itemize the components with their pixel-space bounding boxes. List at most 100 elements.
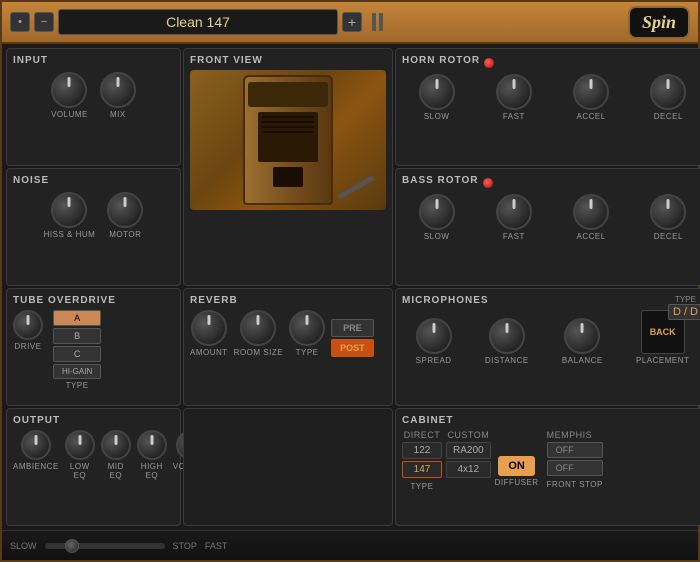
drive-label: DRIVE	[15, 342, 42, 351]
direct-val3[interactable]: 147	[402, 461, 442, 478]
cabinet-3d	[243, 75, 333, 205]
volume-knob[interactable]	[51, 72, 87, 108]
bass-decel-knob[interactable]	[650, 194, 686, 230]
horn-decel-label: DECEL	[654, 112, 683, 121]
top-bar-left: • − Clean 147 +	[10, 9, 389, 35]
low-eq-knob[interactable]	[65, 430, 95, 460]
grill-line-3	[262, 126, 314, 128]
cabinet-top	[248, 82, 328, 107]
memphis-off1-btn[interactable]: OFF	[547, 442, 603, 458]
main-container: • − Clean 147 + Spin INPUT VOLUME	[0, 0, 700, 562]
type-label: TYPE	[668, 295, 700, 304]
tube-title: TUBE OVERDRIVE	[13, 295, 174, 306]
ambience-knob-group: AMBIENCE	[13, 430, 59, 480]
spread-knob[interactable]	[416, 318, 452, 354]
horn-led	[484, 58, 494, 68]
bass-slow-knob-group: SLOW	[419, 194, 455, 241]
distance-knob[interactable]	[489, 318, 525, 354]
horn-accel-knob[interactable]	[573, 74, 609, 110]
hiss-knob-group: HISS & HUM	[44, 192, 96, 239]
bass-slow-knob[interactable]	[419, 194, 455, 230]
horn-accel-label: ACCEL	[577, 112, 606, 121]
cabinet-title: CABINET	[402, 415, 700, 426]
preset-name[interactable]: Clean 147	[58, 9, 338, 35]
room-size-label: ROOM SIZE	[234, 348, 283, 357]
bass-fast-knob[interactable]	[496, 194, 532, 230]
bass-rotor-panel: BASS ROTOR SLOW FAST ACCEL DEC	[395, 168, 700, 286]
tube-inner: DRIVE A B C HI-GAIN TYPE	[13, 310, 174, 390]
distance-knob-group: DISTANCE	[485, 318, 529, 365]
direct-val1[interactable]: 122	[402, 442, 442, 459]
cabinet-bottom-slot	[273, 167, 303, 187]
pre-button[interactable]: PRE	[331, 319, 374, 337]
horn-slow-knob[interactable]	[419, 74, 455, 110]
mid-eq-knob[interactable]	[101, 430, 131, 460]
room-size-knob[interactable]	[240, 310, 276, 346]
tube-btn-higain[interactable]: HI-GAIN	[53, 364, 101, 379]
on-button[interactable]: ON	[498, 456, 535, 476]
horn-slow-knob-group: SLOW	[419, 74, 455, 121]
speed-slider-track[interactable]	[45, 543, 165, 549]
output-title: OUTPUT	[13, 415, 174, 426]
horn-knobs: SLOW FAST ACCEL DECEL	[402, 74, 700, 121]
hiss-knob[interactable]	[51, 192, 87, 228]
horn-rotor-panel: HORN ROTOR SLOW FAST ACCEL DEC	[395, 48, 700, 166]
mix-knob[interactable]	[100, 72, 136, 108]
motor-knob-group: MOTOR	[107, 192, 143, 239]
horn-fast-label: FAST	[503, 112, 525, 121]
cabinet-grill	[258, 112, 318, 162]
mid-eq-knob-group: MID EQ	[101, 430, 131, 480]
microphones-panel: MICROPHONES TYPE D / D SPREAD DISTANCE B…	[395, 288, 700, 406]
pause-button[interactable]	[366, 13, 389, 31]
cabinet-inner: DIRECT 122 147 TYPE CUSTOM RA200 4x12 ON…	[402, 430, 700, 491]
amount-label: AMOUNT	[190, 348, 228, 357]
front-view-title: FRONT VIEW	[190, 55, 386, 66]
motor-knob[interactable]	[107, 192, 143, 228]
amount-knob[interactable]	[191, 310, 227, 346]
horn-fast-knob[interactable]	[496, 74, 532, 110]
speed-slider-thumb[interactable]	[65, 539, 79, 553]
drive-knob[interactable]	[13, 310, 43, 340]
noise-panel: NOISE HISS & HUM MOTOR	[6, 168, 181, 286]
high-eq-knob[interactable]	[137, 430, 167, 460]
custom-val4[interactable]: 4x12	[446, 461, 491, 478]
bass-accel-label: ACCEL	[577, 232, 606, 241]
front-view-panel: FRONT VIEW	[183, 48, 393, 286]
balance-knob[interactable]	[564, 318, 600, 354]
reverb-type-knob[interactable]	[289, 310, 325, 346]
low-eq-label: LOW EQ	[65, 462, 95, 480]
mix-knob-group: MIX	[100, 72, 136, 119]
bass-accel-knob[interactable]	[573, 194, 609, 230]
ambience-knob[interactable]	[21, 430, 51, 460]
low-eq-knob-group: LOW EQ	[65, 430, 95, 480]
bass-decel-knob-group: DECEL	[650, 194, 686, 241]
output-knobs: AMBIENCE LOW EQ MID EQ HIGH EQ VOLUME	[13, 430, 174, 480]
plus-button[interactable]: +	[342, 12, 362, 32]
type-footer-label: TYPE	[402, 482, 442, 491]
horn-decel-knob[interactable]	[650, 74, 686, 110]
ellipsis-button[interactable]: •	[10, 12, 30, 32]
custom-val2[interactable]: RA200	[446, 442, 491, 459]
balance-knob-group: BALANCE	[562, 318, 603, 365]
direct-header: DIRECT	[402, 430, 442, 440]
memphis-col: MEMPHIS OFF OFF FRONT STOP	[547, 430, 603, 489]
type-value[interactable]: D / D	[668, 304, 700, 320]
post-button[interactable]: POST	[331, 339, 374, 357]
drive-knob-group: DRIVE	[13, 310, 43, 351]
tube-btn-c[interactable]: C	[53, 346, 101, 362]
ambience-label: AMBIENCE	[13, 462, 59, 471]
fast-label: FAST	[205, 541, 228, 551]
bass-knobs: SLOW FAST ACCEL DECEL	[402, 194, 700, 241]
memphis-title: MEMPHIS	[547, 430, 603, 440]
high-eq-label: HIGH EQ	[137, 462, 167, 480]
memphis-off2-btn[interactable]: OFF	[547, 460, 603, 476]
tube-btn-a[interactable]: A	[53, 310, 101, 326]
horn-title-row: HORN ROTOR	[402, 55, 700, 70]
tube-panel: TUBE OVERDRIVE DRIVE A B C HI-GAIN TYPE	[6, 288, 181, 406]
minus-button[interactable]: −	[34, 12, 54, 32]
tube-btn-b[interactable]: B	[53, 328, 101, 344]
cabinet-panel: CABINET DIRECT 122 147 TYPE CUSTOM RA200…	[395, 408, 700, 526]
pre-post-buttons: PRE POST	[331, 319, 374, 357]
motor-label: MOTOR	[109, 230, 141, 239]
bottom-bar: SLOW STOP FAST	[2, 530, 698, 560]
